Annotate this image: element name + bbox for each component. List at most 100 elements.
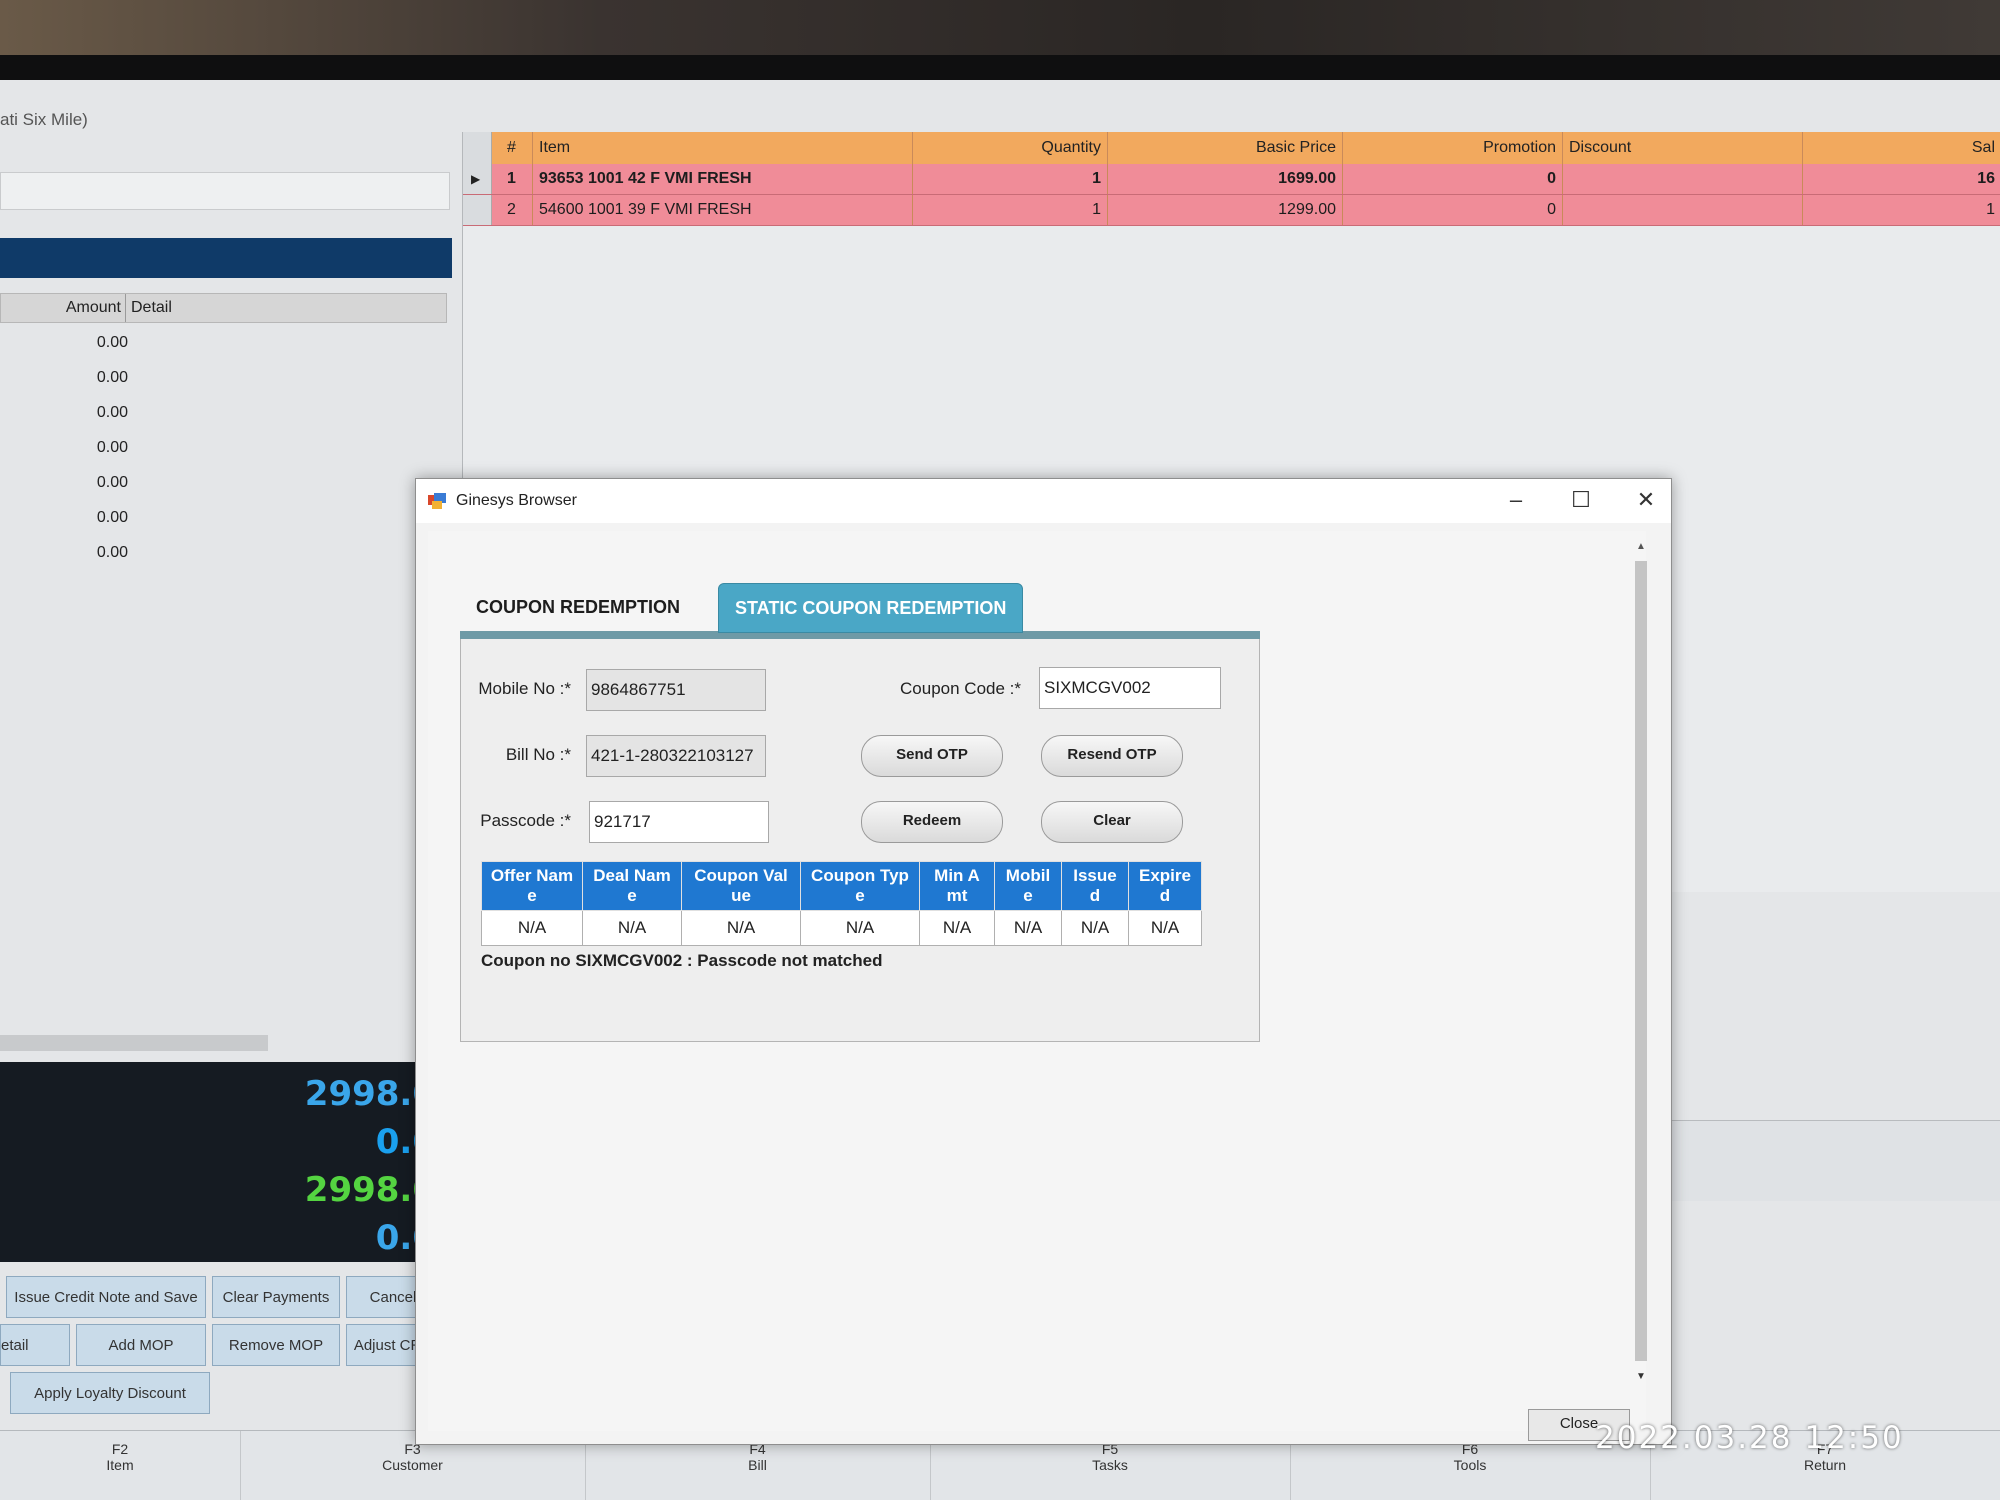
item-number: 1 bbox=[491, 164, 533, 194]
item-promotion: 0 bbox=[1343, 164, 1563, 194]
expired-cell: N/A bbox=[1128, 910, 1202, 946]
payment-amount: 0.00 bbox=[96, 369, 128, 386]
status-message: Coupon no SIXMCGV002 : Passcode not matc… bbox=[481, 951, 883, 970]
mobile-field[interactable]: 9864867751 bbox=[586, 669, 766, 711]
min-amount-header: Min A mt bbox=[919, 861, 995, 911]
col-quantity-header: Quantity bbox=[913, 132, 1108, 164]
bill-label: Bill No :* bbox=[505, 745, 571, 764]
store-title: ati Six Mile) bbox=[0, 110, 88, 129]
col-discount-header: Discount bbox=[1563, 132, 1803, 164]
clear-button[interactable]: Clear bbox=[1041, 801, 1183, 843]
min-amount-cell: N/A bbox=[919, 910, 995, 946]
mobile-label: Mobile No :* bbox=[478, 679, 571, 698]
bill-field[interactable]: 421-1-280322103127 bbox=[586, 735, 766, 777]
payment-amount: 0.00 bbox=[96, 474, 128, 491]
offer-name-cell: N/A bbox=[481, 910, 583, 946]
col-item-header: Item bbox=[533, 132, 913, 164]
tab-coupon-redemption[interactable]: COUPON REDEMPTION bbox=[460, 583, 696, 631]
payment-row[interactable]: 0.00 bbox=[0, 360, 445, 395]
coupon-code-label: Coupon Code :* bbox=[900, 679, 1021, 698]
offer-name-header: Offer Nam e bbox=[481, 861, 583, 911]
maximize-icon[interactable]: ☐ bbox=[1561, 485, 1601, 515]
coupon-details-table: Offer Nam e Deal Nam e Coupon Val ue Cou… bbox=[481, 861, 1202, 946]
dialog-body: ▲ ▼ COUPON REDEMPTION STATIC COUPON REDE… bbox=[428, 531, 1649, 1431]
vertical-scrollbar[interactable]: ▲ ▼ bbox=[1633, 541, 1649, 1391]
row-selector[interactable]: ▶ bbox=[463, 164, 492, 194]
dialog-title: Ginesys Browser bbox=[456, 492, 577, 509]
payment-row[interactable]: 0.00 bbox=[0, 535, 445, 570]
col-basic-price-header: Basic Price bbox=[1108, 132, 1343, 164]
coupon-code-field[interactable]: SIXMCGV002 bbox=[1039, 667, 1221, 709]
col-sale-header: Sal bbox=[1971, 139, 1995, 156]
payment-amount: 0.00 bbox=[96, 509, 128, 526]
redeem-button[interactable]: Redeem bbox=[861, 801, 1003, 843]
detail-button[interactable]: etail bbox=[0, 1324, 70, 1366]
payment-amount: 0.00 bbox=[96, 334, 128, 351]
table-row: N/A N/A N/A N/A N/A N/A N/A N/A bbox=[481, 910, 1202, 946]
expired-header: Expire d bbox=[1128, 861, 1202, 911]
f5-label: Tasks bbox=[1092, 1457, 1128, 1473]
payment-rows: 0.00 0.00 0.00 0.00 0.00 0.00 0.00 bbox=[0, 325, 445, 570]
tab-strip: COUPON REDEMPTION STATIC COUPON REDEMPTI… bbox=[460, 573, 1260, 639]
issue-credit-note-button[interactable]: Issue Credit Note and Save bbox=[6, 1276, 206, 1318]
item-discount bbox=[1563, 164, 1803, 194]
item-grid-header: # Item Quantity Basic Price Promotion Di… bbox=[463, 132, 2000, 165]
item-promotion: 0 bbox=[1343, 195, 1563, 225]
f7-label: Return bbox=[1803, 1457, 1847, 1473]
remove-mop-button[interactable]: Remove MOP bbox=[212, 1324, 340, 1366]
coupon-type-header: Coupon Typ e bbox=[800, 861, 920, 911]
mobile-header: Mobil e bbox=[994, 861, 1062, 911]
payment-row[interactable]: 0.00 bbox=[0, 430, 445, 465]
ginesys-browser-dialog: Ginesys Browser – ☐ ✕ ▲ ▼ COUPON REDEMPT… bbox=[415, 478, 1672, 1445]
coupon-value-cell: N/A bbox=[681, 910, 801, 946]
payment-row[interactable]: 0.00 bbox=[0, 465, 445, 500]
item-name: 93653 1001 42 F VMI FRESH bbox=[533, 164, 913, 194]
item-sale: 16 bbox=[1977, 170, 1995, 187]
left-input-box[interactable] bbox=[0, 172, 450, 210]
item-basic-price: 1299.00 bbox=[1108, 195, 1343, 225]
row-selector[interactable] bbox=[463, 195, 492, 225]
scroll-down-icon[interactable]: ▼ bbox=[1633, 1371, 1649, 1387]
item-row[interactable]: 2 54600 1001 39 F VMI FRESH 1 1299.00 0 … bbox=[463, 195, 2000, 226]
coupon-table-header: Offer Nam e Deal Nam e Coupon Val ue Cou… bbox=[481, 861, 1202, 911]
row-pointer-icon: ▶ bbox=[471, 172, 481, 186]
row-header-corner bbox=[463, 132, 492, 164]
app-icon bbox=[428, 493, 446, 509]
totals-panel: 2998.0 0.0 2998.0 0.0 bbox=[0, 1062, 440, 1262]
item-row[interactable]: ▶ 1 93653 1001 42 F VMI FRESH 1 1699.00 … bbox=[463, 164, 2000, 195]
dialog-titlebar: Ginesys Browser – ☐ ✕ bbox=[416, 479, 1671, 523]
issued-header: Issue d bbox=[1061, 861, 1129, 911]
apply-loyalty-discount-button[interactable]: Apply Loyalty Discount bbox=[10, 1372, 210, 1414]
clear-payments-button[interactable]: Clear Payments bbox=[212, 1276, 340, 1318]
payment-row[interactable]: 0.00 bbox=[0, 395, 445, 430]
passcode-field[interactable]: 921717 bbox=[589, 801, 769, 843]
issued-cell: N/A bbox=[1061, 910, 1129, 946]
close-icon[interactable]: ✕ bbox=[1626, 485, 1666, 515]
coupon-value-header: Coupon Val ue bbox=[681, 861, 801, 911]
item-number: 2 bbox=[491, 195, 533, 225]
tab-static-coupon-redemption[interactable]: STATIC COUPON REDEMPTION bbox=[718, 583, 1024, 633]
mobile-cell: N/A bbox=[994, 910, 1062, 946]
detail-column-header: Detail bbox=[131, 299, 172, 316]
left-header-bar bbox=[0, 238, 452, 278]
scroll-thumb[interactable] bbox=[1635, 561, 1647, 1361]
f3-label: Customer bbox=[382, 1457, 443, 1473]
f2-item-button[interactable]: F2 Item bbox=[0, 1431, 241, 1500]
item-discount bbox=[1563, 195, 1803, 225]
passcode-label: Passcode :* bbox=[480, 811, 571, 830]
col-promotion-header: Promotion bbox=[1343, 132, 1563, 164]
resend-otp-button[interactable]: Resend OTP bbox=[1041, 735, 1183, 777]
payment-amount: 0.00 bbox=[96, 404, 128, 421]
horizontal-scrollbar[interactable] bbox=[0, 1035, 268, 1051]
add-mop-button[interactable]: Add MOP bbox=[76, 1324, 206, 1366]
minimize-icon[interactable]: – bbox=[1496, 485, 1536, 515]
item-name: 54600 1001 39 F VMI FRESH bbox=[533, 195, 913, 225]
payment-amount: 0.00 bbox=[96, 544, 128, 561]
payment-row[interactable]: 0.00 bbox=[0, 325, 445, 360]
payment-row[interactable]: 0.00 bbox=[0, 500, 445, 535]
scroll-up-icon[interactable]: ▲ bbox=[1633, 541, 1649, 557]
item-sale: 1 bbox=[1986, 201, 1995, 218]
item-quantity: 1 bbox=[913, 195, 1108, 225]
redemption-form: Mobile No :* 9864867751 Coupon Code :* S… bbox=[460, 639, 1260, 1042]
send-otp-button[interactable]: Send OTP bbox=[861, 735, 1003, 777]
